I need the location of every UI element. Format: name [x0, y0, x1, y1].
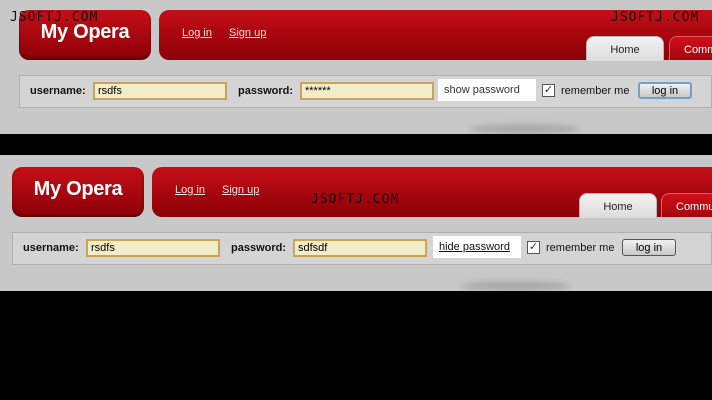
watermark-text: JSOFTJ.COM — [311, 192, 400, 207]
username-label: username: — [23, 242, 79, 254]
login-link[interactable]: Log in — [175, 184, 205, 196]
username-input[interactable]: rsdfs — [86, 239, 220, 257]
password-input[interactable]: sdfsdf — [293, 239, 427, 257]
remember-me-checkbox[interactable]: ✓ — [527, 241, 540, 254]
login-row: username: rsdfs password: sdfsdf hide pa… — [12, 232, 712, 265]
password-label: password: — [231, 242, 287, 254]
password-input[interactable]: ****** — [300, 82, 434, 100]
top-login-panel: My Opera Log in Sign up Home Commu usern… — [0, 0, 712, 134]
panel-shadow — [460, 281, 570, 291]
tab-home[interactable]: Home — [586, 36, 664, 61]
logo-text: My Opera — [33, 178, 123, 200]
watermark-text: JSOFTJ.COM — [611, 10, 700, 25]
login-button[interactable]: log in — [622, 239, 676, 256]
remember-me-label: remember me — [546, 242, 615, 254]
tab-home[interactable]: Home — [579, 193, 657, 218]
show-password-toggle[interactable]: show password — [438, 79, 536, 101]
watermark-text: JSOFTJ.COM — [10, 10, 99, 25]
hide-password-toggle[interactable]: hide password — [433, 236, 521, 258]
tab-community[interactable]: Commu — [661, 193, 712, 217]
username-input[interactable]: rsdfs — [93, 82, 227, 100]
username-label: username: — [30, 85, 86, 97]
login-link[interactable]: Log in — [182, 27, 212, 39]
signup-link[interactable]: Sign up — [229, 27, 266, 39]
signup-link[interactable]: Sign up — [222, 184, 259, 196]
login-row: username: rsdfs password: ****** show pa… — [19, 75, 712, 108]
panel-shadow — [470, 124, 580, 134]
remember-me-checkbox[interactable]: ✓ — [542, 84, 555, 97]
login-button[interactable]: log in — [638, 82, 692, 99]
tab-community[interactable]: Commu — [669, 36, 712, 60]
bottom-login-panel: My Opera Log in Sign up Home Commu usern… — [0, 155, 712, 291]
remember-me-label: remember me — [561, 85, 630, 97]
my-opera-logo[interactable]: My Opera — [12, 167, 144, 217]
password-label: password: — [238, 85, 294, 97]
